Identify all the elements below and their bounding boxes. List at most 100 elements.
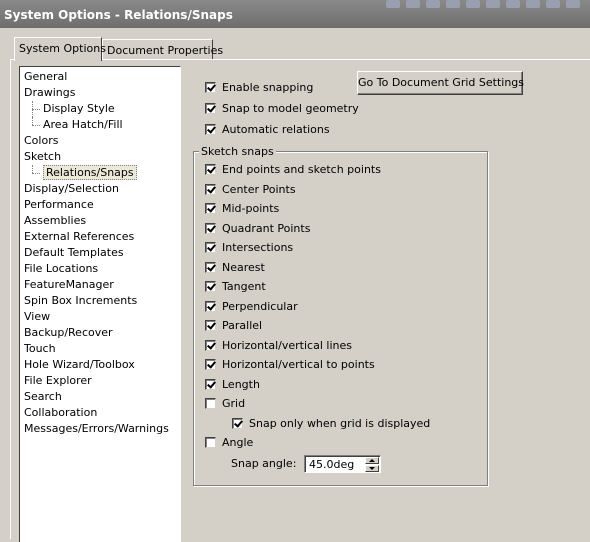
snap-model-geometry-option[interactable]: Snap to model geometry	[205, 100, 359, 116]
spin-down-icon[interactable]	[365, 465, 379, 472]
go-to-grid-settings-button[interactable]: Go To Document Grid Settings	[357, 71, 524, 95]
tree-item-external-references[interactable]: External References	[20, 229, 180, 245]
mid-points-label: Mid-points	[222, 201, 280, 215]
tree-item-label: Spin Box Increments	[24, 294, 138, 307]
snap-option-mid-points[interactable]: Mid-points	[205, 200, 279, 216]
tree-item-label: General	[24, 70, 68, 83]
tree-item-label: External References	[24, 230, 135, 243]
angle-checkbox[interactable]	[205, 436, 216, 448]
nearest-checkbox[interactable]	[205, 261, 216, 273]
tree-item-relations-snaps[interactable]: Relations/Snaps	[20, 165, 180, 181]
display-style-icon[interactable]	[486, 0, 500, 8]
grid-checkbox[interactable]	[205, 397, 216, 409]
horizontal-vertical-lines-checkbox[interactable]	[205, 339, 216, 351]
tree-item-file-explorer[interactable]: File Explorer	[20, 373, 180, 389]
perpendicular-checkbox[interactable]	[205, 300, 216, 312]
tree-item-label: Messages/Errors/Warnings	[24, 422, 169, 435]
tree-item-label: File Explorer	[24, 374, 92, 387]
snap-option-horizontal-vertical-lines[interactable]: Horizontal/vertical lines	[205, 337, 352, 353]
snap-angle-spin-buttons	[365, 457, 379, 472]
tree-item-label: Drawings	[24, 86, 76, 99]
length-checkbox[interactable]	[205, 378, 216, 390]
enable-snapping-option[interactable]: Enable snapping	[205, 79, 313, 95]
tree-item-messages-errors-warnings[interactable]: Messages/Errors/Warnings	[20, 421, 180, 437]
tree-item-label: Performance	[24, 198, 94, 211]
tree-item-default-templates[interactable]: Default Templates	[20, 245, 180, 261]
tree-item-label: Display/Selection	[24, 182, 119, 195]
end-points-and-sketch-points-checkbox[interactable]	[205, 163, 216, 175]
tree-item-label: Hole Wizard/Toolbox	[24, 358, 135, 371]
appearance-icon[interactable]	[526, 0, 540, 8]
tree-item-drawings[interactable]: Drawings	[20, 85, 180, 101]
zoom-area-icon[interactable]	[406, 0, 420, 8]
tree-item-touch[interactable]: Touch	[20, 341, 180, 357]
tree-item-file-locations[interactable]: File Locations	[20, 261, 180, 277]
tree-item-performance[interactable]: Performance	[20, 197, 180, 213]
spin-up-icon[interactable]	[365, 457, 379, 464]
snap-option-horizontal-vertical-to-points[interactable]: Horizontal/vertical to points	[205, 356, 375, 372]
center-points-checkbox[interactable]	[205, 183, 216, 195]
snap-option-snap-only-when-grid-is-displayed[interactable]: Snap only when grid is displayed	[232, 415, 430, 431]
tree-item-display-style[interactable]: Display Style	[20, 101, 180, 117]
tree-item-assemblies[interactable]: Assemblies	[20, 213, 180, 229]
enable-snapping-checkbox[interactable]	[205, 81, 216, 93]
intersections-checkbox[interactable]	[205, 241, 216, 253]
quadrant-points-checkbox[interactable]	[205, 222, 216, 234]
tree-item-collaboration[interactable]: Collaboration	[20, 405, 180, 421]
tree-item-view[interactable]: View	[20, 309, 180, 325]
tree-item-general[interactable]: General	[20, 69, 180, 85]
view-settings-icon[interactable]	[566, 0, 580, 8]
horizontal-vertical-lines-label: Horizontal/vertical lines	[222, 338, 352, 352]
snap-option-angle[interactable]: Angle	[205, 434, 253, 450]
mid-points-checkbox[interactable]	[205, 202, 216, 214]
enable-snapping-label: Enable snapping	[222, 80, 314, 94]
hide-show-icon[interactable]	[506, 0, 520, 8]
tangent-checkbox[interactable]	[205, 280, 216, 292]
snap-model-geometry-label: Snap to model geometry	[222, 101, 359, 115]
previous-view-icon[interactable]	[426, 0, 440, 8]
snap-option-end-points-and-sketch-points[interactable]: End points and sketch points	[205, 161, 381, 177]
tree-item-hole-wizard-toolbox[interactable]: Hole Wizard/Toolbox	[20, 357, 180, 373]
end-points-and-sketch-points-label: End points and sketch points	[222, 162, 381, 176]
tree-item-area-hatch-fill[interactable]: Area Hatch/Fill	[20, 117, 180, 133]
snap-angle-spinbox[interactable]: 45.0deg	[304, 455, 381, 473]
tangent-label: Tangent	[222, 279, 266, 293]
view-orientation-icon[interactable]	[466, 0, 480, 8]
snap-option-intersections[interactable]: Intersections	[205, 239, 293, 255]
options-tree[interactable]: General Drawings Display Style Area Hatch/F…	[19, 66, 181, 542]
tree-item-backup-recover[interactable]: Backup/Recover	[20, 325, 180, 341]
automatic-relations-checkbox[interactable]	[205, 123, 216, 135]
tree-item-display-selection[interactable]: Display/Selection	[20, 181, 180, 197]
tree-item-spin-box-increments[interactable]: Spin Box Increments	[20, 293, 180, 309]
grid-label: Grid	[222, 396, 246, 410]
tree-item-label: Assemblies	[24, 214, 87, 227]
tree-item-label: Colors	[24, 134, 59, 147]
snap-model-geometry-checkbox[interactable]	[205, 102, 216, 114]
parallel-label: Parallel	[222, 318, 263, 332]
snap-option-length[interactable]: Length	[205, 376, 260, 392]
snap-option-parallel[interactable]: Parallel	[205, 317, 262, 333]
snap-option-perpendicular[interactable]: Perpendicular	[205, 298, 298, 314]
snap-only-when-grid-is-displayed-checkbox[interactable]	[232, 417, 243, 429]
tree-item-search[interactable]: Search	[20, 389, 180, 405]
snap-angle-value[interactable]: 45.0deg	[309, 457, 354, 472]
zoom-fit-icon[interactable]	[386, 0, 400, 8]
snap-option-quadrant-points[interactable]: Quadrant Points	[205, 220, 310, 236]
parallel-checkbox[interactable]	[205, 319, 216, 331]
automatic-relations-option[interactable]: Automatic relations	[205, 121, 330, 137]
tree-item-sketch[interactable]: Sketch	[20, 149, 180, 165]
tree-item-label: Relations/Snaps	[43, 165, 137, 180]
section-view-icon[interactable]	[446, 0, 460, 8]
tree-item-label: Area Hatch/Fill	[43, 118, 123, 131]
tree-item-featuremanager[interactable]: FeatureManager	[20, 277, 180, 293]
snap-option-center-points[interactable]: Center Points	[205, 181, 296, 197]
tree-item-colors[interactable]: Colors	[20, 133, 180, 149]
tab-system-options[interactable]: System Options	[14, 37, 106, 61]
snap-option-tangent[interactable]: Tangent	[205, 278, 266, 294]
tab-document-properties[interactable]: Document Properties	[102, 39, 223, 59]
horizontal-vertical-to-points-checkbox[interactable]	[205, 358, 216, 370]
scene-icon[interactable]	[546, 0, 560, 8]
tree-item-label: FeatureManager	[24, 278, 114, 291]
snap-option-grid[interactable]: Grid	[205, 395, 245, 411]
snap-option-nearest[interactable]: Nearest	[205, 259, 265, 275]
